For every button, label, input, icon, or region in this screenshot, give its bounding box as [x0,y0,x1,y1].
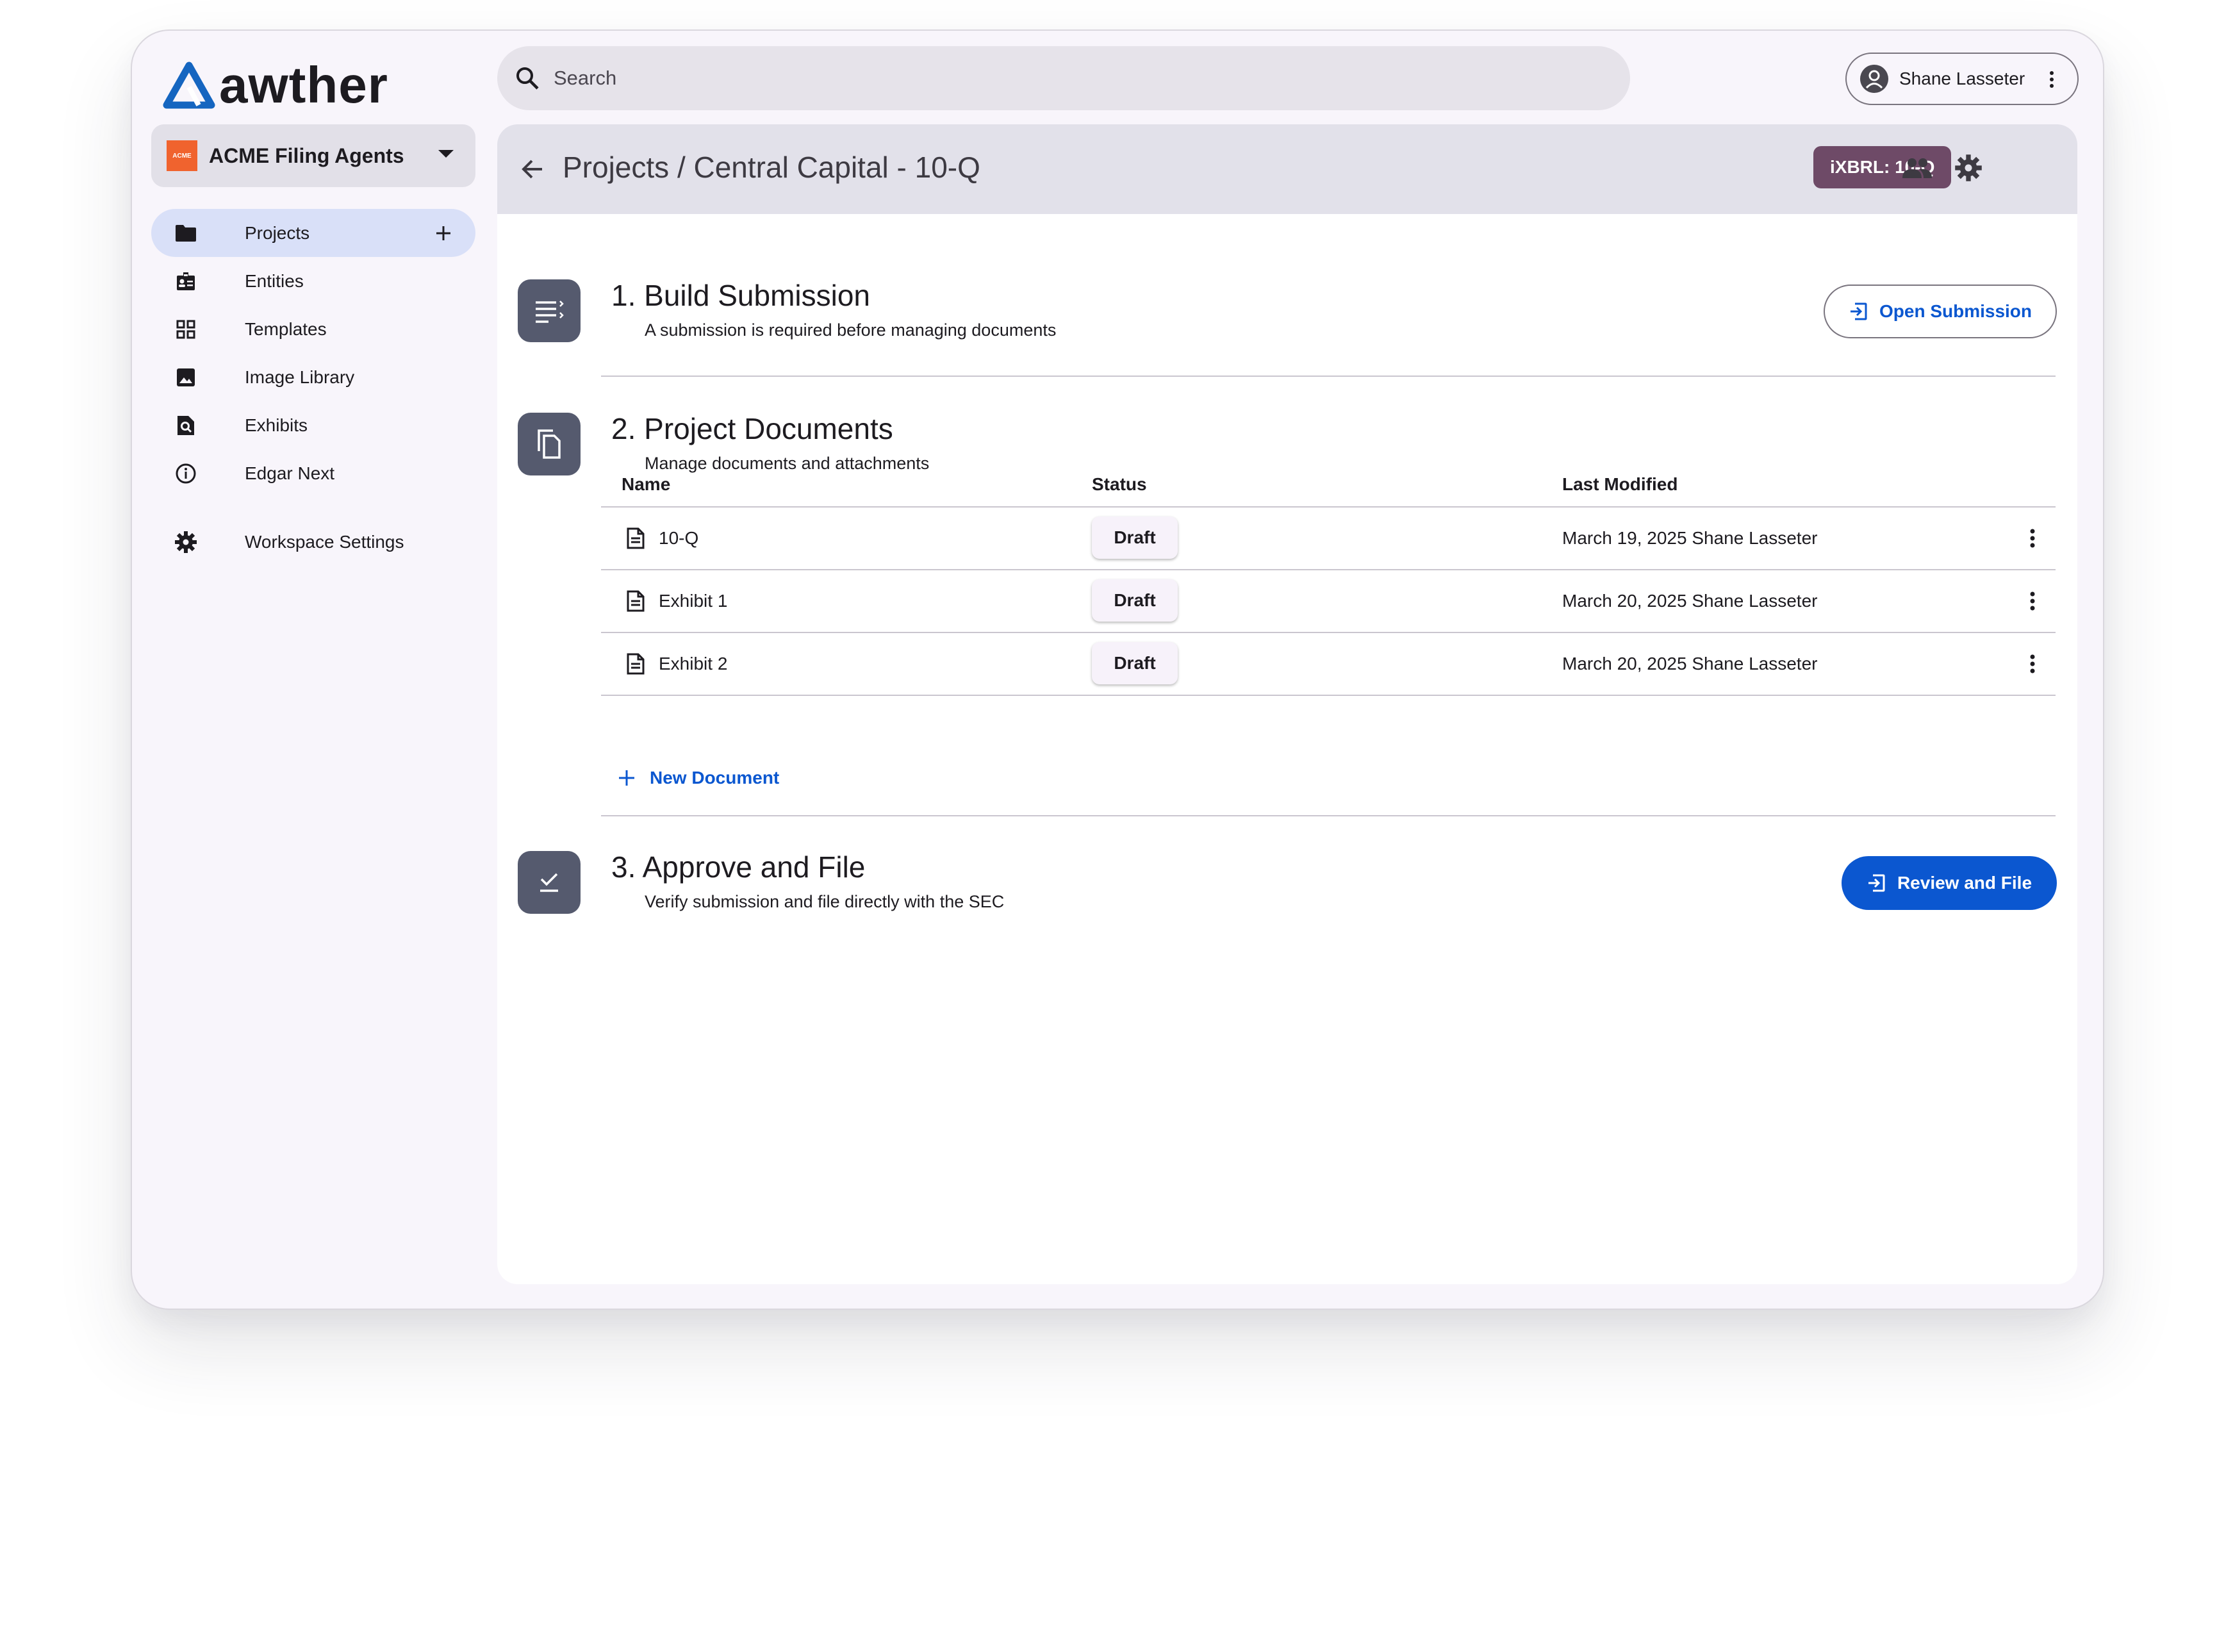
step-2-title: 2. Project Documents [611,411,893,446]
button-label: New Document [650,768,780,788]
image-icon [173,365,199,390]
column-header-last-modified[interactable]: Last Modified [1562,474,1678,495]
people-icon[interactable] [1899,150,1935,186]
grid-icon [173,317,199,342]
app-window: awther ACME ACME Filing Agents Projects … [131,29,2104,1310]
app-logo[interactable]: awther [163,50,388,120]
document-name[interactable]: Exhibit 1 [659,591,727,611]
column-header-status[interactable]: Status [1092,474,1147,495]
gear-icon [173,529,199,555]
step-1-subtitle: A submission is required before managing… [645,320,1057,340]
document-name[interactable]: 10-Q [659,528,698,549]
documents-table: Name Status Last Modified 10-Q Draft Mar… [601,463,2056,788]
step-title-text: Project Documents [644,412,893,445]
document-search-icon [173,413,199,438]
new-document-button[interactable]: New Document [618,759,779,797]
folder-icon [173,220,199,246]
sidebar-item-label: Edgar Next [245,463,335,483]
status-chip[interactable]: Draft [1092,579,1178,622]
table-row[interactable]: 10-Q Draft March 19, 2025 Shane Lasseter [601,508,2056,570]
button-label: Open Submission [1879,301,2032,321]
button-label: Review and File [1897,873,2032,893]
status-chip[interactable]: Draft [1092,642,1178,684]
sidebar-item-label: Entities [245,270,304,291]
table-header: Name Status Last Modified [601,463,2056,508]
document-icon [623,588,648,614]
approve-and-file-icon [518,851,581,914]
organization-selector[interactable]: ACME ACME Filing Agents [151,124,475,187]
sidebar-item-workspace-settings[interactable]: Workspace Settings [151,518,475,566]
sidebar-item-label: Image Library [245,367,355,387]
sidebar-item-templates[interactable]: Templates [151,305,475,353]
user-menu[interactable]: Shane Lasseter [1845,53,2079,105]
table-row[interactable]: Exhibit 1 Draft March 20, 2025 Shane Las… [601,570,2056,633]
step-number: 2. [611,412,636,445]
back-arrow-icon[interactable] [516,154,547,185]
more-vertical-icon[interactable] [2020,587,2045,615]
avatar-icon [1860,65,1888,93]
logo-text: awther [219,56,388,113]
open-in-icon [1868,874,1885,892]
last-modified: March 20, 2025 Shane Lasseter [1562,654,1818,673]
more-vertical-icon[interactable] [2020,650,2045,678]
step-title-text: Approve and File [642,850,866,884]
sidebar-item-label: Templates [245,318,327,339]
sidebar-item-exhibits[interactable]: Exhibits [151,401,475,449]
org-logo: ACME [167,140,197,171]
sidebar-item-projects[interactable]: Projects [151,209,475,257]
step-3-subtitle: Verify submission and file directly with… [645,892,1005,911]
sidebar-item-label: Exhibits [245,415,308,435]
user-name: Shane Lasseter [1899,69,2025,88]
project-documents-icon [518,413,581,475]
review-and-file-button[interactable]: Review and File [1842,856,2057,910]
search-bar[interactable] [497,46,1630,110]
table-row[interactable]: Exhibit 2 Draft March 20, 2025 Shane Las… [601,633,2056,696]
info-icon [173,461,199,486]
sidebar-nav: Projects Entities Templates Image Librar… [151,209,475,566]
sidebar-item-label: Workspace Settings [245,531,404,552]
main-panel: Projects / Central Capital - 10-Q iXBRL:… [497,124,2077,1284]
open-submission-button[interactable]: Open Submission [1824,285,2057,338]
awther-logo-icon [163,62,215,109]
step-3-title: 3. Approve and File [611,850,865,884]
document-icon [623,651,648,677]
step-number: 1. [611,279,636,312]
search-input[interactable] [552,66,1516,90]
build-submission-icon [518,279,581,342]
more-vertical-icon[interactable] [2039,67,2065,92]
project-header: Projects / Central Capital - 10-Q iXBRL:… [497,124,2077,214]
document-name[interactable]: Exhibit 2 [659,654,727,674]
column-header-name[interactable]: Name [622,474,670,495]
more-vertical-icon[interactable] [2020,524,2045,552]
section-divider [601,815,2056,816]
dropdown-caret-icon [438,150,454,158]
org-name: ACME Filing Agents [209,144,404,167]
open-in-icon [1850,302,1867,320]
section-divider [601,376,2056,377]
breadcrumb[interactable]: Projects / Central Capital - 10-Q [563,150,980,185]
step-number: 3. [611,850,636,884]
last-modified: March 20, 2025 Shane Lasseter [1562,591,1818,611]
step-title-text: Build Submission [644,279,870,312]
step-1-title: 1. Build Submission [611,278,870,313]
add-project-icon[interactable] [431,220,456,246]
sidebar-item-image-library[interactable]: Image Library [151,353,475,401]
sidebar-item-entities[interactable]: Entities [151,257,475,305]
status-chip[interactable]: Draft [1092,516,1178,559]
entity-badge-icon [173,268,199,294]
settings-gear-icon[interactable] [1950,150,1986,186]
search-icon [516,67,539,90]
plus-icon [619,770,634,786]
last-modified: March 19, 2025 Shane Lasseter [1562,528,1818,548]
sidebar-item-edgar-next[interactable]: Edgar Next [151,449,475,497]
sidebar-item-label: Projects [245,222,310,243]
document-icon [623,525,648,551]
